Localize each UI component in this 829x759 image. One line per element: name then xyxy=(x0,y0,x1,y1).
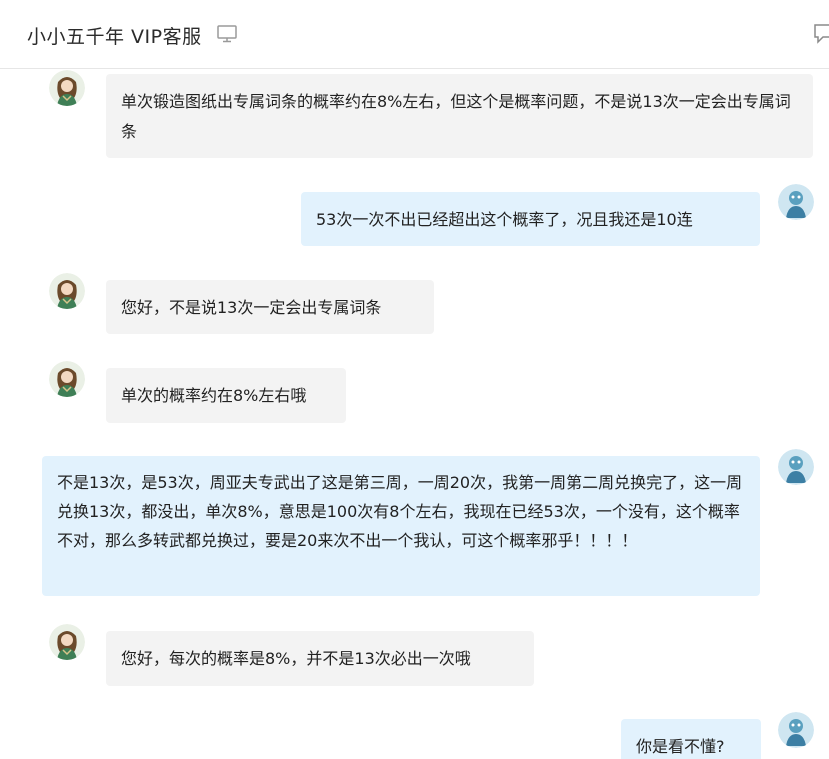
message-bubble-agent: 您好，不是说13次一定会出专属词条 xyxy=(106,280,434,334)
agent-avatar[interactable] xyxy=(49,70,85,106)
message-bubble-user: 你是看不懂? xyxy=(621,719,761,759)
agent-avatar[interactable] xyxy=(49,624,85,660)
user-avatar[interactable] xyxy=(778,712,814,748)
agent-avatar[interactable] xyxy=(49,273,85,309)
message-bubble-user: 53次一次不出已经超出这个概率了，况且我还是10连 xyxy=(301,192,760,246)
message-bubble-agent: 您好，每次的概率是8%，并不是13次必出一次哦 xyxy=(106,631,534,686)
message-bubble-agent: 单次锻造图纸出专属词条的概率约在8%左右，但这个是概率问题，不是说13次一定会出… xyxy=(106,74,813,158)
note-icon[interactable] xyxy=(814,24,829,44)
agent-avatar[interactable] xyxy=(49,361,85,397)
message-bubble-agent: 单次的概率约在8%左右哦 xyxy=(106,368,346,423)
monitor-icon[interactable] xyxy=(217,25,237,43)
chat-header: 小小五千年 VIP客服 xyxy=(0,0,829,69)
user-avatar[interactable] xyxy=(778,184,814,220)
chat-title: 小小五千年 VIP客服 xyxy=(27,26,202,48)
message-bubble-user: 不是13次，是53次，周亚夫专武出了这是第三周，一周20次，我第一周第二周兑换完… xyxy=(42,456,760,596)
user-avatar[interactable] xyxy=(778,449,814,485)
